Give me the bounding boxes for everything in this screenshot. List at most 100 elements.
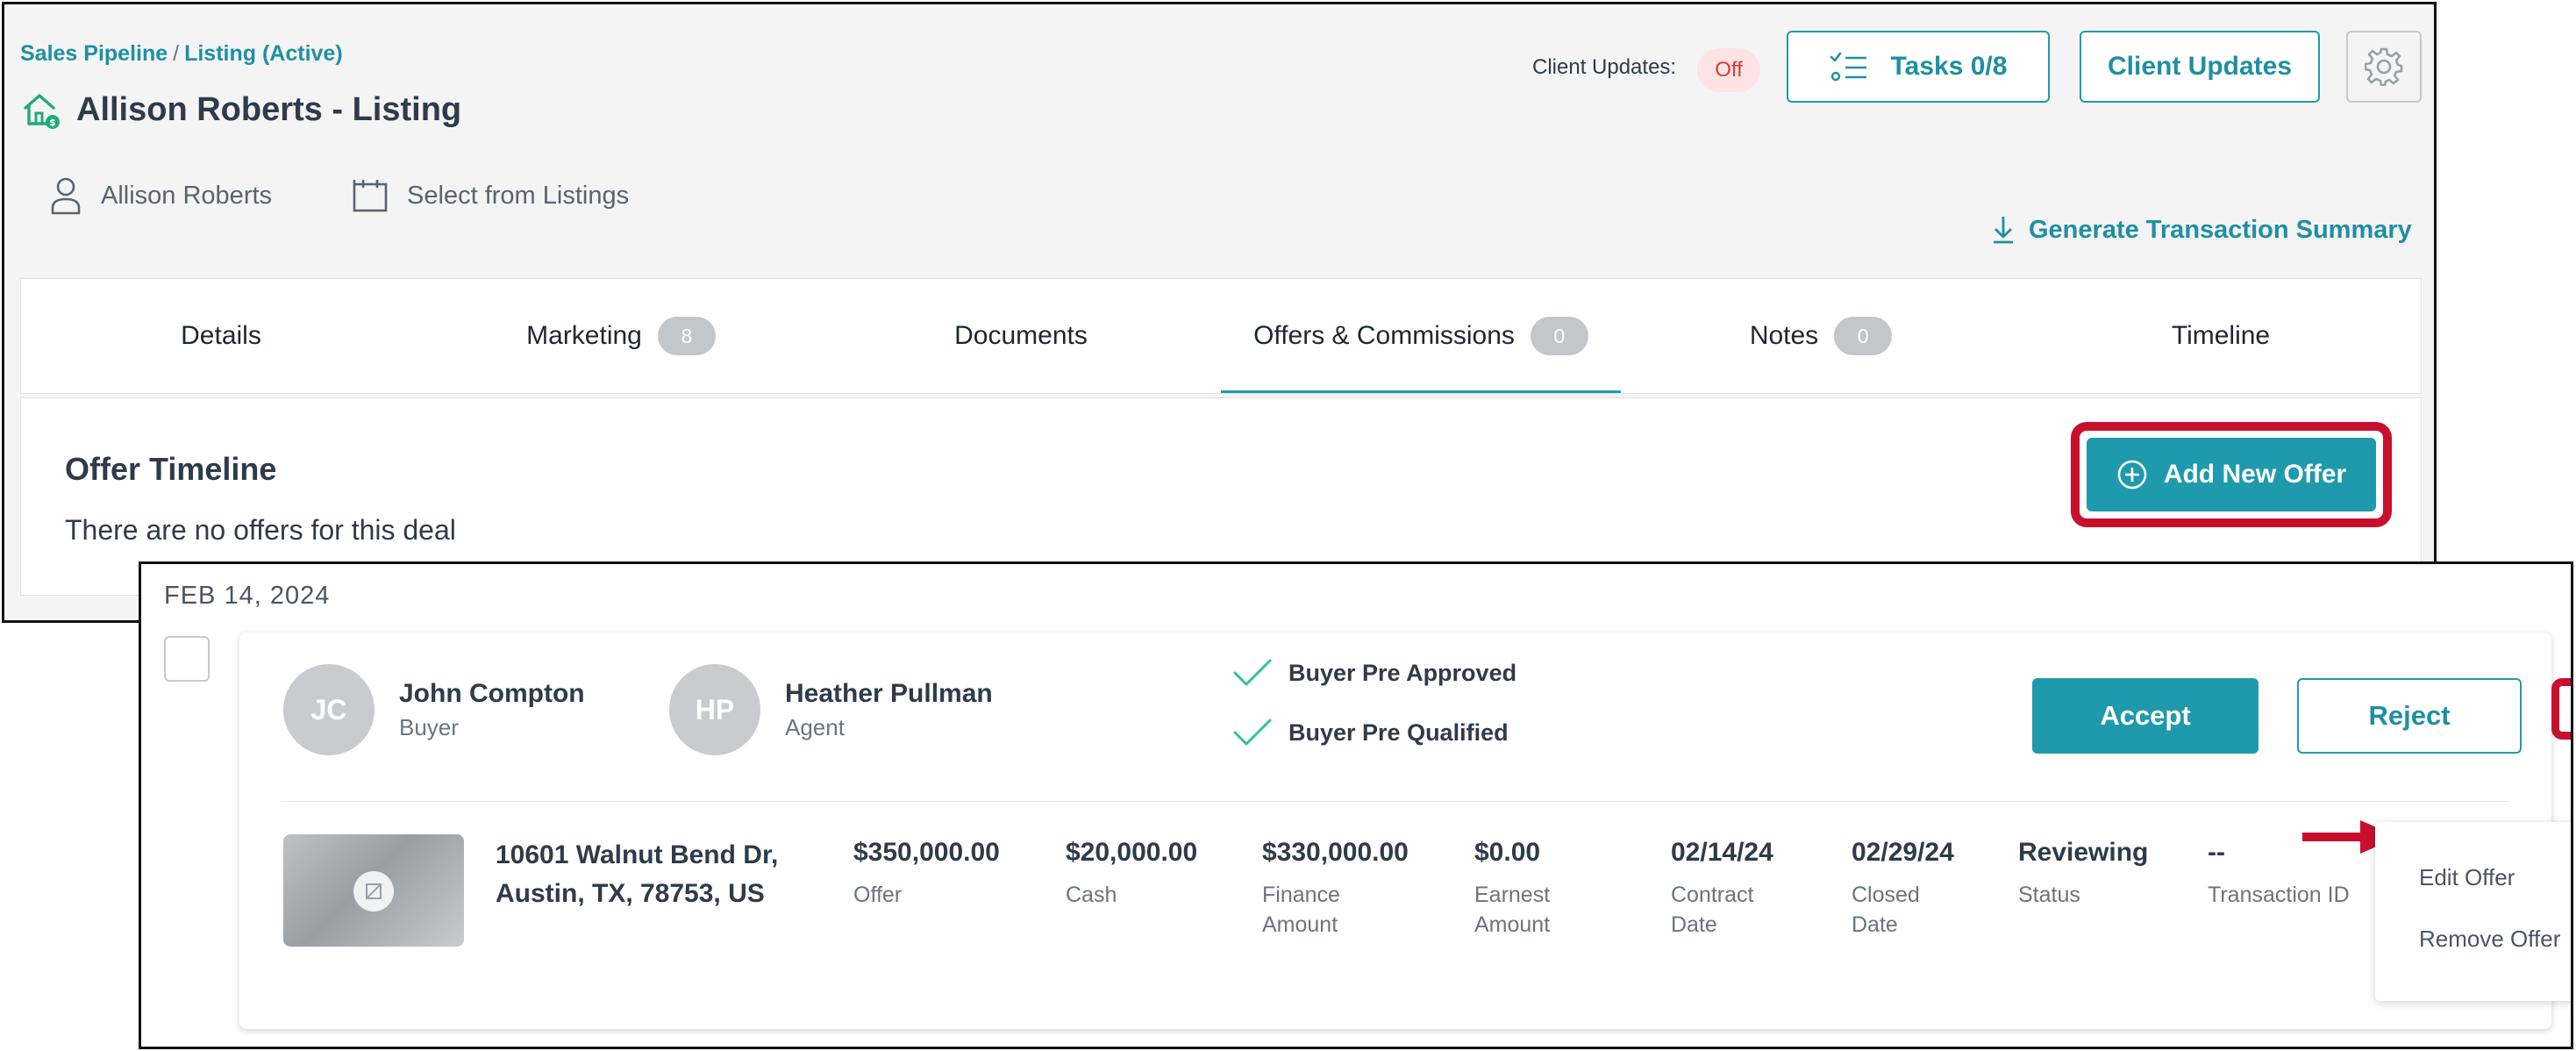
offer-timeline-title: Offer Timeline xyxy=(65,451,277,487)
edit-offer-menu-item[interactable]: Edit Offer xyxy=(2419,864,2515,891)
tab-offers-commissions[interactable]: Offers & Commissions 0 xyxy=(1221,279,1621,393)
house-dollar-icon: $ xyxy=(24,94,60,129)
plus-circle-icon xyxy=(2117,460,2147,490)
stat-value: $330,000.00 xyxy=(1262,838,1409,867)
checkmark-icon xyxy=(1233,719,1272,746)
stat-value: Reviewing xyxy=(2018,838,2149,867)
address-line-1: 10601 Walnut Bend Dr, xyxy=(496,840,779,869)
stat-cash: $20,000.00 Cash xyxy=(1066,838,1197,910)
checkmark-icon xyxy=(1233,659,1272,686)
contact-name: Allison Roberts xyxy=(101,181,273,210)
offer-date: FEB 14, 2024 xyxy=(164,582,331,610)
tab-count-badge: 0 xyxy=(1530,317,1588,355)
stat-label: Status xyxy=(2018,883,2080,907)
offer-card: JC John Compton Buyer HP Heather Pullman… xyxy=(239,633,2571,1029)
listing-meta: Allison Roberts Select from Listings xyxy=(48,176,629,215)
accept-button[interactable]: Accept xyxy=(2032,678,2258,754)
stat-label: Finance Amount xyxy=(1262,883,1340,937)
tab-timeline[interactable]: Timeline xyxy=(2021,279,2421,393)
stat-label: Transaction ID xyxy=(2208,883,2350,907)
card-divider xyxy=(282,801,2509,802)
person-icon xyxy=(51,177,81,215)
breadcrumb-sales-pipeline[interactable]: Sales Pipeline xyxy=(20,41,168,66)
tab-documents[interactable]: Documents xyxy=(821,279,1221,393)
agent-name: Heather Pullman xyxy=(785,678,993,708)
stat-value: $20,000.00 xyxy=(1066,838,1198,867)
tab-details[interactable]: Details xyxy=(21,279,421,393)
pre-qualified-item: Buyer Pre Qualified xyxy=(1232,717,1509,748)
add-offer-highlight: Add New Offer xyxy=(2071,422,2392,527)
client-updates-status-badge[interactable]: Off xyxy=(1697,48,1760,92)
breadcrumb: Sales Pipeline / Listing (Active) xyxy=(20,41,343,67)
stat-value: $0.00 xyxy=(1474,838,1541,867)
agent-info: HP Heather Pullman Agent xyxy=(669,664,993,755)
listing-tabs: Details Marketing 8 Documents Offers & C… xyxy=(20,278,2422,394)
tab-marketing[interactable]: Marketing 8 xyxy=(421,279,821,393)
select-listing-link[interactable]: Select from Listings xyxy=(351,177,629,214)
stat-label: Cash xyxy=(1066,883,1117,907)
property-address: 10601 Walnut Bend Dr, Austin, TX, 78753,… xyxy=(496,836,778,913)
client-updates-button-label: Client Updates xyxy=(2107,52,2293,81)
pre-qualified-label: Buyer Pre Qualified xyxy=(1288,719,1509,746)
reject-button[interactable]: Reject xyxy=(2297,678,2522,754)
tab-label: Documents xyxy=(954,321,1088,350)
tasks-label: Tasks 0/8 xyxy=(1890,52,2008,81)
stat-value: $350,000.00 xyxy=(853,838,1000,867)
offer-detail-overlay: FEB 14, 2024 JC John Compton Buyer HP He… xyxy=(139,561,2573,1049)
select-listing-label: Select from Listings xyxy=(407,181,630,210)
page-title: Allison Roberts - Listing xyxy=(76,90,462,128)
generate-summary-link[interactable]: Generate Transaction Summary xyxy=(1992,215,2412,245)
address-line-2: Austin, TX, 78753, US xyxy=(496,879,765,908)
offer-options-menu: Edit Offer Remove Offer xyxy=(2375,822,2571,1001)
stat-contract-date: 02/14/24 Contract Date xyxy=(1671,838,1773,940)
stat-closed-date: 02/29/24 Closed Date xyxy=(1852,838,1954,940)
stat-label: Earnest Amount xyxy=(1474,883,1551,937)
tab-count-badge: 0 xyxy=(1834,317,1893,355)
buyer-info: JC John Compton Buyer xyxy=(283,664,585,755)
remove-offer-menu-item[interactable]: Remove Offer xyxy=(2419,926,2560,953)
stat-earnest-amount: $0.00 Earnest Amount xyxy=(1474,838,1550,940)
offer-select-checkbox[interactable] xyxy=(164,636,210,682)
no-offers-message: There are no offers for this deal xyxy=(65,514,456,546)
buyer-role: Buyer xyxy=(399,713,459,740)
tab-label: Timeline xyxy=(2171,321,2271,350)
stat-label: Offer xyxy=(853,883,903,907)
contact-link[interactable]: Allison Roberts xyxy=(48,176,272,215)
download-icon xyxy=(1994,217,2013,244)
tab-label: Notes xyxy=(1749,321,1819,350)
tab-count-badge: 8 xyxy=(657,317,716,355)
tab-label: Offers & Commissions xyxy=(1253,321,1515,350)
settings-button[interactable] xyxy=(2346,31,2422,103)
agent-role: Agent xyxy=(785,713,845,740)
tab-label: Marketing xyxy=(526,321,642,350)
pre-approved-item: Buyer Pre Approved xyxy=(1232,657,1516,689)
stat-status: Reviewing Status xyxy=(2018,838,2148,910)
client-updates-label: Client Updates: xyxy=(1532,55,1677,79)
buyer-avatar: JC xyxy=(283,664,375,755)
add-new-offer-button[interactable]: Add New Offer xyxy=(2087,438,2376,511)
breadcrumb-separator: / xyxy=(173,41,180,66)
stat-value: 02/29/24 xyxy=(1852,838,1954,867)
tab-label: Details xyxy=(181,321,261,350)
gear-icon xyxy=(2365,47,2403,86)
more-options-button[interactable] xyxy=(2551,678,2571,740)
stat-label: Contract Date xyxy=(1671,883,1754,937)
breadcrumb-listing-active[interactable]: Listing (Active) xyxy=(184,41,343,66)
add-new-offer-label: Add New Offer xyxy=(2163,460,2347,489)
generate-summary-label: Generate Transaction Summary xyxy=(2029,215,2412,244)
property-image xyxy=(283,834,464,947)
agent-avatar: HP xyxy=(669,664,760,755)
tasks-button[interactable]: Tasks 0/8 xyxy=(1787,31,2050,103)
stat-finance-amount: $330,000.00 Finance Amount xyxy=(1262,838,1409,940)
client-updates-button[interactable]: Client Updates xyxy=(2080,31,2320,103)
buyer-name: John Compton xyxy=(399,678,585,708)
listing-board-icon xyxy=(353,180,388,212)
listing-window: Sales Pipeline / Listing (Active) $ Alliso… xyxy=(2,2,2437,623)
stat-label: Closed Date xyxy=(1852,883,1920,937)
title-row: $ Allison Roberts - Listing xyxy=(20,89,461,131)
pre-approved-label: Buyer Pre Approved xyxy=(1288,659,1517,686)
svg-text:$: $ xyxy=(49,117,56,128)
tab-notes[interactable]: Notes 0 xyxy=(1621,279,2021,393)
image-placeholder-icon xyxy=(353,871,394,912)
stat-value: 02/14/24 xyxy=(1671,838,1773,867)
